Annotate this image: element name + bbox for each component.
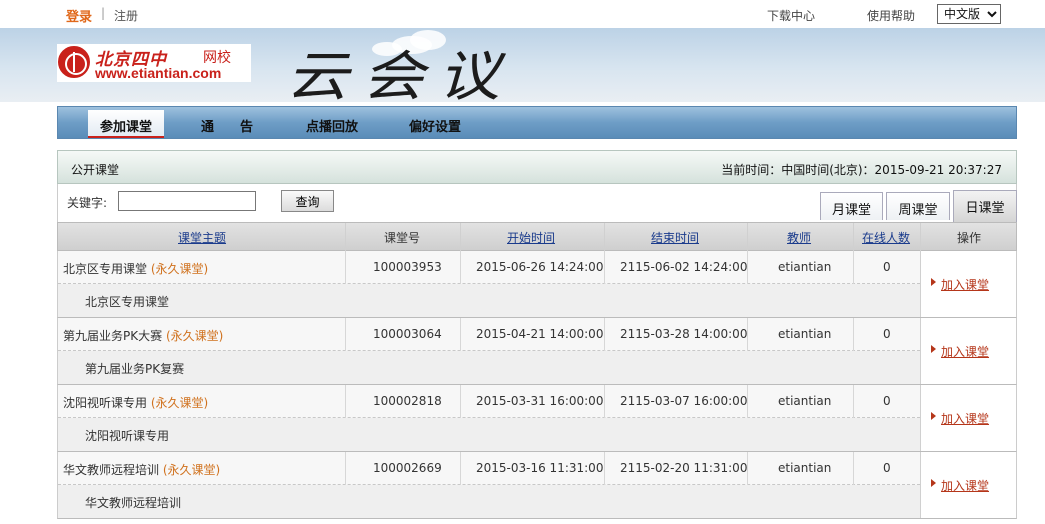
permanent-tag: (永久课堂): [150, 262, 209, 276]
arrow-right-icon: [931, 412, 936, 420]
table-row: 北京区专用课堂 (永久课堂) 100003953 2015-06-26 14:2…: [57, 251, 1017, 318]
start-time: 2015-03-31 16:00:00: [476, 394, 604, 408]
online-count: 0: [883, 461, 891, 475]
table-row: 华文教师远程培训 (永久课堂) 100002669 2015-03-16 11:…: [57, 452, 1017, 519]
logo-seal-icon: [58, 46, 90, 78]
table-row: 沈阳视听课专用 (永久课堂) 100002818 2015-03-31 16:0…: [57, 385, 1017, 452]
brand-title: 云会议: [286, 45, 514, 102]
class-description: 第九届业务PK复赛: [85, 362, 185, 376]
nav-join-class[interactable]: 参加课堂: [88, 110, 165, 138]
teacher: etiantian: [778, 394, 832, 408]
teacher: etiantian: [778, 327, 832, 341]
main-nav: 参加课堂 通 告 点播回放 偏好设置: [57, 106, 1017, 139]
end-time: 2115-02-20 11:31:00: [620, 461, 748, 475]
end-time: 2115-03-28 14:00:00: [620, 327, 748, 341]
login-link[interactable]: 登录: [66, 6, 92, 25]
permanent-tag: (永久课堂): [165, 329, 224, 343]
end-time: 2115-06-02 14:24:00: [620, 260, 748, 274]
arrow-right-icon: [931, 479, 936, 487]
join-class-link[interactable]: 加入课堂: [941, 276, 989, 293]
header-topic[interactable]: 课堂主题: [178, 229, 226, 246]
class-description: 北京区专用课堂: [85, 295, 170, 309]
language-select[interactable]: 中文版: [937, 4, 1001, 24]
permanent-tag: (永久课堂): [162, 463, 221, 477]
public-class-title: 公开课堂: [71, 163, 120, 177]
start-time: 2015-03-16 11:31:00: [476, 461, 604, 475]
class-id: 100003953: [373, 260, 442, 274]
help-link[interactable]: 使用帮助: [867, 7, 915, 24]
site-logo[interactable]: 北京四中 网校 www.etiantian.com: [57, 44, 251, 82]
keyword-input[interactable]: [118, 191, 256, 211]
class-topic: 华文教师远程培训 (永久课堂): [63, 463, 221, 477]
header-start-time[interactable]: 开始时间: [507, 229, 555, 246]
class-id: 100002669: [373, 461, 442, 475]
table-row: 第九届业务PK大赛 (永久课堂) 100003064 2015-04-21 14…: [57, 318, 1017, 385]
online-count: 0: [883, 394, 891, 408]
logo-url: www.etiantian.com: [95, 65, 222, 81]
separator: |: [101, 6, 106, 20]
header-end-time[interactable]: 结束时间: [651, 229, 699, 246]
class-topic: 北京区专用课堂 (永久课堂): [63, 262, 209, 276]
teacher: etiantian: [778, 461, 832, 475]
nav-preferences[interactable]: 偏好设置: [409, 116, 461, 135]
join-class-link[interactable]: 加入课堂: [941, 477, 989, 494]
class-id: 100002818: [373, 394, 442, 408]
search-bar: 关键字: 查询 月课堂 周课堂 日课堂: [57, 184, 1017, 222]
tab-month[interactable]: 月课堂: [820, 192, 883, 220]
keyword-label: 关键字:: [67, 196, 108, 210]
permanent-tag: (永久课堂): [150, 396, 209, 410]
join-class-link[interactable]: 加入课堂: [941, 343, 989, 360]
arrow-right-icon: [931, 345, 936, 353]
tab-week[interactable]: 周课堂: [886, 192, 950, 220]
public-class-header: 公开课堂 当前时间：中国时间(北京)：2015-09-21 20:37:27: [57, 150, 1017, 184]
class-description: 沈阳视听课专用: [85, 429, 170, 443]
header-teacher[interactable]: 教师: [787, 229, 811, 246]
tab-day[interactable]: 日课堂: [953, 190, 1017, 222]
download-center-link[interactable]: 下载中心: [767, 7, 815, 24]
nav-announcements[interactable]: 通 告: [201, 116, 253, 135]
register-link[interactable]: 注册: [114, 7, 138, 24]
end-time: 2115-03-07 16:00:00: [620, 394, 748, 408]
banner: 北京四中 网校 www.etiantian.com 云会议: [0, 28, 1045, 102]
start-time: 2015-06-26 14:24:00: [476, 260, 604, 274]
header-online[interactable]: 在线人数: [862, 229, 910, 246]
logo-school: 网校: [203, 50, 231, 66]
teacher: etiantian: [778, 260, 832, 274]
class-topic: 沈阳视听课专用 (永久课堂): [63, 396, 209, 410]
arrow-right-icon: [931, 278, 936, 286]
online-count: 0: [883, 260, 891, 274]
top-bar: 登录 | 注册 下载中心 使用帮助 中文版: [0, 0, 1045, 28]
header-action: 操作: [957, 231, 982, 245]
table-header: 课堂主题 课堂号 开始时间 结束时间 教师 在线人数 操作: [57, 222, 1017, 252]
search-button[interactable]: 查询: [281, 190, 334, 212]
nav-vod-playback[interactable]: 点播回放: [306, 116, 358, 135]
online-count: 0: [883, 327, 891, 341]
header-class-id: 课堂号: [384, 231, 421, 245]
start-time: 2015-04-21 14:00:00: [476, 327, 604, 341]
current-time: 当前时间：中国时间(北京)：2015-09-21 20:37:27: [721, 163, 1002, 177]
class-topic: 第九届业务PK大赛 (永久课堂): [63, 329, 224, 343]
class-id: 100003064: [373, 327, 442, 341]
class-description: 华文教师远程培训: [85, 496, 182, 510]
join-class-link[interactable]: 加入课堂: [941, 410, 989, 427]
